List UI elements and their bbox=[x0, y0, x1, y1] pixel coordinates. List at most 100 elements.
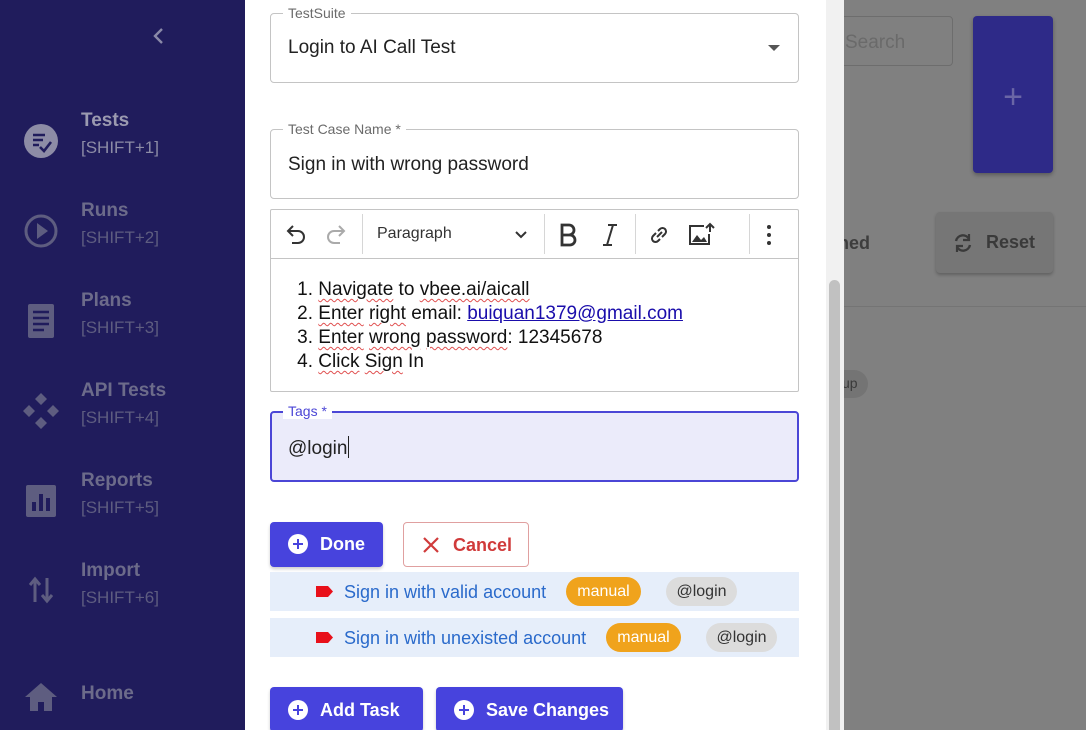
close-icon bbox=[423, 537, 439, 553]
dropdown-arrow-icon[interactable] bbox=[768, 45, 780, 51]
chip-text: up bbox=[842, 375, 858, 391]
home-icon bbox=[25, 683, 57, 711]
done-label: Done bbox=[320, 534, 365, 554]
manual-badge: manual bbox=[606, 623, 681, 652]
sidebar-item-label: Reports bbox=[81, 470, 153, 491]
tags-label: Tags * bbox=[283, 403, 332, 419]
reset-button[interactable]: Reset bbox=[936, 212, 1053, 273]
sidebar-item-label: API Tests bbox=[81, 380, 167, 401]
label-tag-icon bbox=[316, 586, 333, 597]
sidebar-item-api-tests[interactable]: API Tests [SHIFT+4] bbox=[0, 380, 245, 450]
task-name-link[interactable]: Sign in with valid account bbox=[344, 582, 546, 603]
cancel-label: Cancel bbox=[453, 535, 513, 555]
tag-chip: @login bbox=[706, 623, 777, 652]
chevron-down-icon[interactable] bbox=[513, 222, 529, 248]
tag-chip: @login bbox=[666, 577, 737, 606]
reset-label: Reset bbox=[986, 232, 1036, 252]
insert-image-icon[interactable] bbox=[687, 222, 715, 248]
add-circle-icon bbox=[288, 534, 308, 554]
toolbar-separator bbox=[635, 214, 636, 254]
test-case-name-field[interactable]: Test Case Name * Sign in with wrong pass… bbox=[270, 121, 799, 199]
search-placeholder: Search bbox=[845, 32, 906, 53]
sidebar-item-shortcut: [SHIFT+1] bbox=[81, 138, 159, 157]
step-text: Enter wrong password: 12345678 bbox=[318, 327, 603, 348]
email-link[interactable]: buiquan1379@gmail.com bbox=[467, 303, 683, 324]
bar-chart-icon bbox=[26, 485, 56, 517]
add-circle-icon bbox=[288, 700, 308, 720]
save-changes-button[interactable]: Save Changes bbox=[436, 687, 623, 730]
step-number: 2. bbox=[297, 303, 313, 324]
add-task-label: Add Task bbox=[320, 700, 400, 720]
sidebar-item-plans[interactable]: Plans [SHIFT+3] bbox=[0, 290, 245, 360]
list-item: 4. Click Sign In bbox=[291, 350, 683, 374]
test-case-name-value[interactable]: Sign in with wrong password bbox=[288, 154, 529, 176]
description-editor[interactable]: Paragraph 1. Navigate to vbee.ai/aicall … bbox=[270, 209, 799, 392]
label-tag-icon bbox=[316, 632, 333, 643]
plus-icon: + bbox=[1003, 78, 1023, 116]
divider bbox=[844, 306, 1086, 307]
sidebar-item-tests[interactable]: Tests [SHIFT+1] bbox=[0, 110, 245, 180]
list-item: 2. Enter right email: buiquan1379@gmail.… bbox=[291, 302, 683, 326]
italic-icon[interactable] bbox=[599, 222, 621, 248]
undo-icon[interactable] bbox=[283, 222, 307, 248]
sidebar-item-shortcut: [SHIFT+5] bbox=[81, 498, 159, 517]
scrollbar-thumb[interactable] bbox=[829, 280, 840, 730]
sidebar-item-home[interactable]: Home bbox=[0, 683, 245, 730]
done-button[interactable]: Done bbox=[270, 522, 383, 567]
list-item: 1. Navigate to vbee.ai/aicall bbox=[291, 278, 683, 302]
clipboard-icon bbox=[28, 304, 54, 338]
refresh-icon bbox=[954, 234, 972, 252]
play-circle-icon bbox=[24, 214, 58, 248]
toolbar-separator bbox=[749, 214, 750, 254]
step-text: Click Sign In bbox=[318, 351, 424, 372]
cancel-button[interactable]: Cancel bbox=[403, 522, 529, 567]
sidebar-item-label: Home bbox=[81, 683, 134, 704]
testsuite-label: TestSuite bbox=[283, 5, 351, 21]
block-type-dropdown[interactable]: Paragraph bbox=[377, 225, 452, 243]
sidebar-item-shortcut: [SHIFT+2] bbox=[81, 228, 159, 247]
sidebar-item-import[interactable]: Import [SHIFT+6] bbox=[0, 560, 245, 630]
swap-vertical-icon bbox=[28, 576, 54, 604]
toolbar-separator bbox=[544, 214, 545, 254]
sidebar-item-reports[interactable]: Reports [SHIFT+5] bbox=[0, 470, 245, 540]
tags-input[interactable]: @login bbox=[288, 436, 350, 460]
more-options-icon[interactable] bbox=[764, 222, 774, 248]
manual-badge: manual bbox=[566, 577, 641, 606]
sidebar: Tests [SHIFT+1] Runs [SHIFT+2] Plans [SH… bbox=[0, 0, 245, 730]
redo-icon[interactable] bbox=[325, 222, 349, 248]
link-icon[interactable] bbox=[647, 222, 671, 248]
sidebar-item-label: Import bbox=[81, 560, 141, 581]
add-button[interactable]: + bbox=[973, 16, 1053, 173]
sidebar-item-shortcut: [SHIFT+4] bbox=[81, 408, 159, 427]
sidebar-item-runs[interactable]: Runs [SHIFT+2] bbox=[0, 200, 245, 270]
step-text: Navigate to vbee.ai/aicall bbox=[318, 279, 530, 300]
list-item: 3. Enter wrong password: 12345678 bbox=[291, 326, 683, 350]
sidebar-item-shortcut: [SHIFT+3] bbox=[81, 318, 159, 337]
testsuite-select[interactable]: TestSuite Login to AI Call Test bbox=[270, 5, 799, 83]
text-caret bbox=[348, 436, 350, 458]
sidebar-item-label: Plans bbox=[81, 290, 132, 311]
sidebar-item-label: Tests bbox=[81, 110, 130, 131]
sidebar-item-shortcut: [SHIFT+6] bbox=[81, 588, 159, 607]
bold-icon[interactable] bbox=[556, 222, 580, 248]
toolbar-separator bbox=[362, 214, 363, 254]
add-task-button[interactable]: Add Task bbox=[270, 687, 423, 730]
testsuite-value: Login to AI Call Test bbox=[288, 37, 456, 58]
task-name-link[interactable]: Sign in with unexisted account bbox=[344, 628, 586, 649]
task-row[interactable]: Sign in with valid account manual @login bbox=[270, 572, 799, 611]
api-diamond-icon bbox=[23, 393, 59, 429]
sidebar-item-label: Runs bbox=[81, 200, 129, 221]
tags-field[interactable]: Tags * @login bbox=[270, 403, 799, 482]
add-circle-icon bbox=[454, 700, 474, 720]
test-case-name-label: Test Case Name * bbox=[283, 121, 406, 137]
tests-check-icon bbox=[24, 124, 58, 158]
step-text: Enter right email: bbox=[318, 303, 468, 324]
task-row[interactable]: Sign in with unexisted account manual @l… bbox=[270, 618, 799, 657]
chevron-left-icon[interactable] bbox=[148, 24, 170, 48]
save-changes-label: Save Changes bbox=[486, 700, 610, 720]
tags-value: @login bbox=[288, 438, 348, 459]
editor-toolbar: Paragraph bbox=[271, 210, 798, 259]
step-number: 1. bbox=[297, 279, 313, 300]
steps-list[interactable]: 1. Navigate to vbee.ai/aicall 2. Enter r… bbox=[291, 278, 683, 374]
step-number: 3. bbox=[297, 327, 313, 348]
